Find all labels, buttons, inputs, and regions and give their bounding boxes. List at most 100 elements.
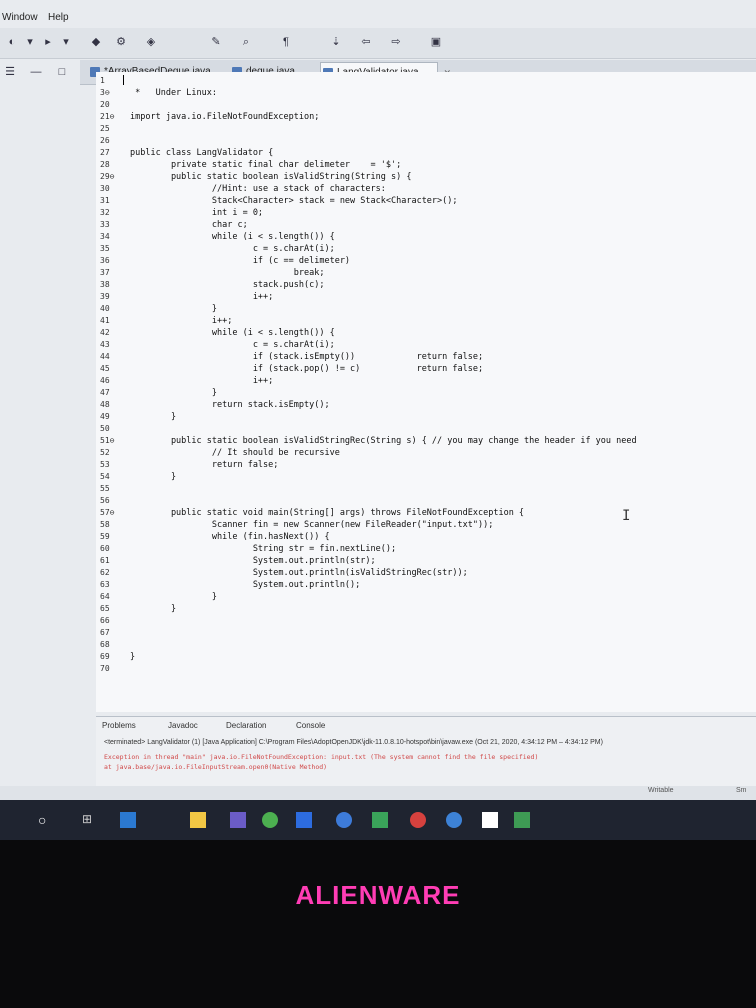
app-icon[interactable] [482, 812, 498, 828]
line-number: 27 [100, 148, 110, 157]
tab-javadoc[interactable]: Javadoc [168, 721, 198, 730]
status-writable: Writable [648, 787, 674, 794]
stack-trace-line[interactable]: at java.base/java.io.FileInputStream.ope… [104, 763, 327, 771]
line-number: 20 [100, 100, 110, 109]
code-line[interactable]: stack.push(c); [130, 280, 325, 290]
run-icon[interactable]: ▸ [42, 36, 54, 48]
tab-problems[interactable]: Problems [102, 721, 136, 730]
code-line[interactable]: if (c == delimeter) [130, 256, 350, 266]
code-line[interactable]: i++; [130, 292, 273, 302]
paragraph-icon[interactable]: ¶ [280, 36, 292, 48]
edit-icon[interactable]: ✎ [210, 36, 222, 48]
line-number: 47 [100, 388, 110, 397]
tree-icon[interactable]: ☰ [4, 66, 16, 78]
code-line[interactable]: c = s.charAt(i); [130, 244, 335, 254]
minimize-icon[interactable]: — [30, 66, 42, 78]
open-perspective-icon[interactable]: ▣ [430, 36, 442, 48]
code-line[interactable]: c = s.charAt(i); [130, 340, 335, 350]
brand-logo: ALIENWARE [295, 880, 461, 910]
code-line[interactable]: i++; [130, 316, 232, 326]
code-line[interactable]: } [130, 592, 217, 602]
tab-console[interactable]: Console [296, 721, 325, 730]
code-line[interactable]: Scanner fin = new Scanner(new FileReader… [130, 520, 493, 530]
line-number: 54 [100, 472, 110, 481]
next-annotation-icon[interactable]: ⇣ [330, 36, 342, 48]
line-number: 53 [100, 460, 110, 469]
menu-window[interactable]: Window [2, 12, 38, 23]
code-line[interactable]: public class LangValidator { [130, 148, 273, 158]
build-icon[interactable]: ▾ [60, 36, 72, 48]
code-line[interactable]: System.out.println(str); [130, 556, 376, 566]
chrome-icon[interactable] [262, 812, 278, 828]
code-line[interactable]: System.out.println(); [130, 580, 360, 590]
new-icon[interactable]: ◐ [6, 36, 18, 48]
code-line[interactable]: public static boolean isValidStringRec(S… [130, 436, 637, 446]
line-number: 29⊖ [100, 172, 115, 181]
code-line[interactable]: while (fin.hasNext()) { [130, 532, 330, 542]
code-line[interactable]: if (stack.pop() != c) return false; [130, 364, 483, 374]
word-icon[interactable] [296, 812, 312, 828]
code-line[interactable]: System.out.println(isValidStringRec(str)… [130, 568, 468, 578]
menu-bar: Window Help [0, 8, 756, 26]
code-line[interactable]: } [130, 388, 217, 398]
code-line[interactable]: //Hint: use a stack of characters: [130, 184, 386, 194]
line-number: 56 [100, 496, 110, 505]
app-icon[interactable] [372, 812, 388, 828]
search-icon[interactable]: ⌕ [240, 36, 252, 48]
forward-icon[interactable]: ⇨ [390, 36, 402, 48]
line-number: 57⊖ [100, 508, 115, 517]
line-number: 40 [100, 304, 110, 313]
line-number: 61 [100, 556, 110, 565]
code-line[interactable]: String str = fin.nextLine(); [130, 544, 396, 554]
line-number: 67 [100, 628, 110, 637]
package-icon[interactable]: ◆ [90, 36, 102, 48]
code-line[interactable]: } [130, 412, 176, 422]
menu-help[interactable]: Help [48, 12, 69, 23]
code-line[interactable]: public static void main(String[] args) t… [130, 508, 524, 518]
network-icon[interactable] [336, 812, 352, 828]
app-icon[interactable] [120, 812, 136, 828]
settings-icon[interactable]: ⚙ [115, 36, 127, 48]
code-line[interactable]: } [130, 652, 135, 662]
code-line[interactable]: public static boolean isValidString(Stri… [130, 172, 412, 182]
app-icon[interactable] [446, 812, 462, 828]
error-line[interactable]: Exception in thread "main" java.io.FileN… [104, 753, 538, 761]
code-line[interactable]: * Under Linux: [130, 88, 217, 98]
line-number: 3⊖ [100, 88, 110, 97]
code-line[interactable]: while (i < s.length()) { [130, 328, 335, 338]
code-line[interactable]: int i = 0; [130, 208, 263, 218]
code-line[interactable]: // It should be recursive [130, 448, 340, 458]
code-line[interactable]: } [130, 604, 176, 614]
file-explorer-icon[interactable] [190, 812, 206, 828]
search-circle-icon[interactable]: ○ [38, 812, 54, 828]
back-icon[interactable]: ⇦ [360, 36, 372, 48]
line-number: 62 [100, 568, 110, 577]
task-view-icon[interactable]: ⊞ [82, 812, 98, 828]
code-line[interactable]: break; [130, 268, 325, 278]
line-number: 50 [100, 424, 110, 433]
line-number: 59 [100, 532, 110, 541]
eclipse-icon[interactable] [230, 812, 246, 828]
code-line[interactable]: return stack.isEmpty(); [130, 400, 330, 410]
code-line[interactable]: } [130, 304, 217, 314]
line-number: 65 [100, 604, 110, 613]
tool-icon[interactable]: ◈ [145, 36, 157, 48]
line-number: 35 [100, 244, 110, 253]
line-number: 42 [100, 328, 110, 337]
taskbar: ○ ⊞ [0, 800, 756, 840]
code-line[interactable]: char c; [130, 220, 248, 230]
line-number: 34 [100, 232, 110, 241]
notepad-icon[interactable] [514, 812, 530, 828]
code-line[interactable]: private static final char delimeter = '$… [130, 160, 401, 170]
code-line[interactable]: import java.io.FileNotFoundException; [130, 112, 319, 122]
code-line[interactable]: if (stack.isEmpty()) return false; [130, 352, 483, 362]
maximize-icon[interactable]: □ [56, 66, 68, 78]
code-line[interactable]: } [130, 472, 176, 482]
code-line[interactable]: Stack<Character> stack = new Stack<Chara… [130, 196, 458, 206]
code-line[interactable]: i++; [130, 376, 273, 386]
tab-declaration[interactable]: Declaration [226, 721, 266, 730]
code-line[interactable]: while (i < s.length()) { [130, 232, 335, 242]
app-icon[interactable] [410, 812, 426, 828]
code-line[interactable]: return false; [130, 460, 279, 470]
debug-icon[interactable]: ▾ [24, 36, 36, 48]
